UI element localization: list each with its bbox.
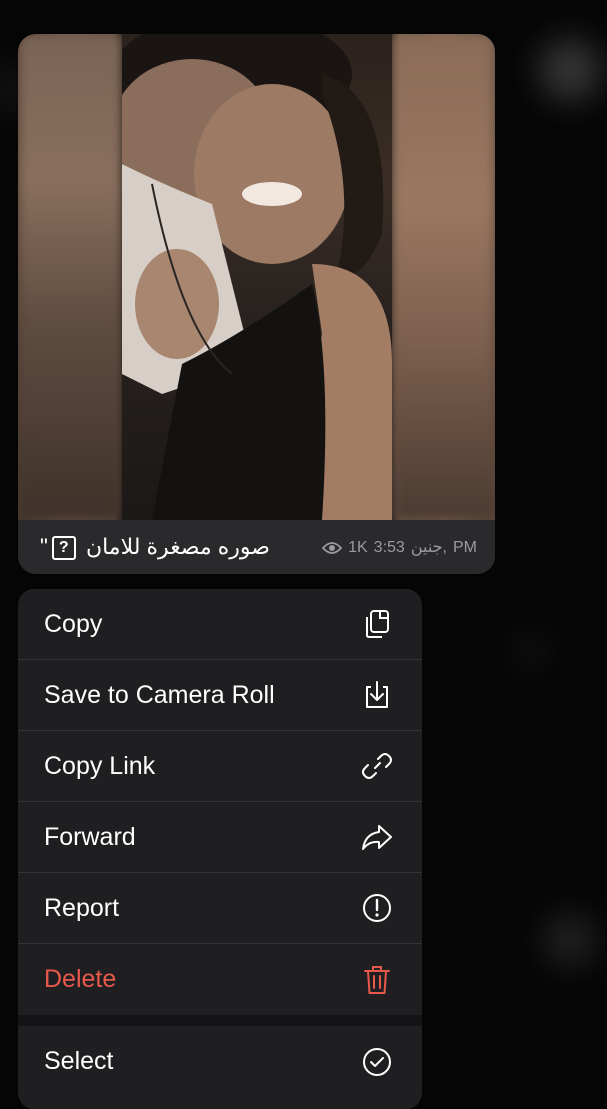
views-eye-icon (322, 542, 343, 554)
menu-item-copy[interactable]: Copy (18, 589, 422, 660)
message-bubble[interactable]: صوره مصغرة للامان ?" 1K 3:53 جنين, PM (18, 34, 495, 574)
save-download-icon (360, 678, 394, 712)
menu-item-label: Forward (44, 822, 136, 851)
menu-item-forward[interactable]: Forward (18, 802, 422, 873)
menu-item-save-to-camera-roll[interactable]: Save to Camera Roll (18, 660, 422, 731)
menu-item-label: Select (44, 1047, 114, 1075)
report-exclamation-icon (360, 891, 394, 925)
forward-arrow-icon (360, 820, 394, 854)
message-caption: صوره مصغرة للامان ?" (40, 534, 270, 561)
message-time: 3:53 (373, 539, 405, 556)
copy-icon (360, 607, 394, 641)
menu-item-label: Report (44, 893, 120, 922)
message-photo[interactable] (18, 34, 495, 520)
trash-icon (360, 963, 394, 997)
select-checkmark-icon (360, 1045, 394, 1079)
context-menu: Copy Save to Camera Roll Copy Link Forwa… (18, 589, 422, 1109)
background-blur (545, 915, 595, 965)
photo-image (122, 34, 392, 520)
caption-text: صوره مصغرة للامان (85, 534, 270, 559)
menu-section-divider (18, 1015, 422, 1026)
background-blur (540, 40, 600, 100)
photo-blur-fill-right (392, 34, 495, 520)
menu-item-report[interactable]: Report (18, 873, 422, 944)
menu-item-delete[interactable]: Delete (18, 944, 422, 1015)
link-icon (360, 749, 394, 783)
message-caption-bar: صوره مصغرة للامان ?" 1K 3:53 جنين, PM (18, 520, 495, 574)
caption-quote: " (40, 534, 48, 559)
unknown-glyph-box: ? (51, 536, 76, 561)
menu-item-label: Copy Link (44, 751, 156, 780)
menu-item-label: Copy (44, 609, 103, 638)
menu-item-label: Save to Camera Roll (44, 680, 275, 709)
menu-item-label: Delete (44, 965, 117, 993)
message-meta: 1K 3:53 جنين, PM (322, 538, 477, 558)
message-date-label: جنين, (410, 539, 447, 556)
views-count: 1K (348, 539, 368, 556)
message-ampm: PM (453, 539, 477, 556)
menu-item-copy-link[interactable]: Copy Link (18, 731, 422, 802)
menu-item-select[interactable]: Select (18, 1026, 422, 1097)
photo-blur-fill-left (18, 34, 122, 520)
background-blur (510, 630, 550, 670)
